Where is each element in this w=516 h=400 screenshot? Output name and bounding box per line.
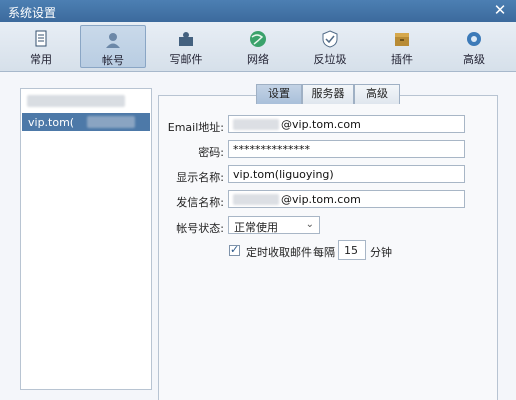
window-title: 系统设置 xyxy=(8,6,57,20)
toolbar-label-network: 网络 xyxy=(247,53,269,66)
account-status-value: 正常使用 xyxy=(234,221,278,234)
display-name-label: 显示名称: xyxy=(176,171,224,184)
checkmark-icon: ✓ xyxy=(230,243,240,256)
toolbar-item-advanced[interactable]: 高级 xyxy=(441,25,507,68)
toolbar-label-plugins: 插件 xyxy=(391,53,413,66)
toolbar-item-compose[interactable]: 写邮件 xyxy=(153,25,219,68)
toolbar-label-compose: 写邮件 xyxy=(169,53,203,66)
sender-name-field[interactable]: @vip.tom.com xyxy=(228,190,465,208)
settings-window: 系统设置 ✕ 常用 帐号 写邮件 网络 反垃圾 插件 高级 vip.tom(设… xyxy=(0,0,516,400)
interval-unit-label: 分钟 xyxy=(370,246,392,259)
redacted-block xyxy=(233,119,279,130)
toolbar-label-advanced: 高级 xyxy=(463,53,485,66)
globe-icon xyxy=(250,31,266,47)
display-name-field[interactable]: vip.tom(liguoying) xyxy=(228,165,465,183)
toolbar-item-plugins[interactable]: 插件 xyxy=(369,25,435,68)
account-status-label: 帐号状态: xyxy=(176,222,224,235)
email-label: Email地址: xyxy=(167,121,224,134)
fetch-interval-value: 15 xyxy=(344,244,358,257)
compose-icon xyxy=(179,32,193,46)
document-icon xyxy=(35,30,47,47)
settings-toolbar: 常用 帐号 写邮件 网络 反垃圾 插件 高级 xyxy=(0,22,516,72)
auto-fetch-checkbox[interactable]: ✓ xyxy=(229,243,240,256)
sender-name-field-value: @vip.tom.com xyxy=(281,193,361,206)
email-field[interactable]: @vip.tom.com xyxy=(228,115,465,133)
auto-fetch-label: 定时收取邮件 xyxy=(246,246,312,259)
redacted-block xyxy=(233,194,279,205)
account-list-blurred-item xyxy=(27,95,125,107)
password-field-value: ************** xyxy=(233,143,310,156)
redacted-block xyxy=(87,116,135,128)
fetch-interval-input[interactable]: 15 xyxy=(338,240,366,260)
close-button[interactable]: ✕ xyxy=(492,2,508,18)
toolbar-label-account: 帐号 xyxy=(102,54,124,67)
plugin-box-icon xyxy=(395,33,409,46)
tab-advanced[interactable]: 高级 xyxy=(354,84,400,104)
account-list-item-selected[interactable]: vip.tom( xyxy=(22,113,150,131)
account-status-select[interactable]: 正常使用 ⌄ xyxy=(228,216,320,234)
display-name-field-value: vip.tom(liguoying) xyxy=(233,168,334,181)
email-field-value: @vip.tom.com xyxy=(281,118,361,131)
account-list: vip.tom( xyxy=(20,88,152,390)
account-list-item-label: vip.tom( xyxy=(28,116,75,129)
sender-name-label: 发信名称: xyxy=(176,196,224,209)
title-bar: 系统设置 ✕ xyxy=(0,0,516,22)
chevron-down-icon: ⌄ xyxy=(305,219,314,230)
every-label: 每隔 xyxy=(313,246,335,259)
password-label: 密码: xyxy=(198,146,224,159)
tab-server[interactable]: 服务器 xyxy=(302,84,354,104)
gear-icon xyxy=(467,32,481,46)
toolbar-label-antispam: 反垃圾 xyxy=(313,53,347,66)
user-icon xyxy=(106,33,120,48)
tab-settings[interactable]: 设置 xyxy=(256,84,302,104)
password-field[interactable]: ************** xyxy=(228,140,465,158)
toolbar-label-general: 常用 xyxy=(30,53,52,66)
toolbar-item-network[interactable]: 网络 xyxy=(225,25,291,68)
toolbar-item-general[interactable]: 常用 xyxy=(8,25,74,68)
toolbar-item-account[interactable]: 帐号 xyxy=(80,25,146,68)
toolbar-item-antispam[interactable]: 反垃圾 xyxy=(297,25,363,68)
shield-icon xyxy=(322,30,338,48)
